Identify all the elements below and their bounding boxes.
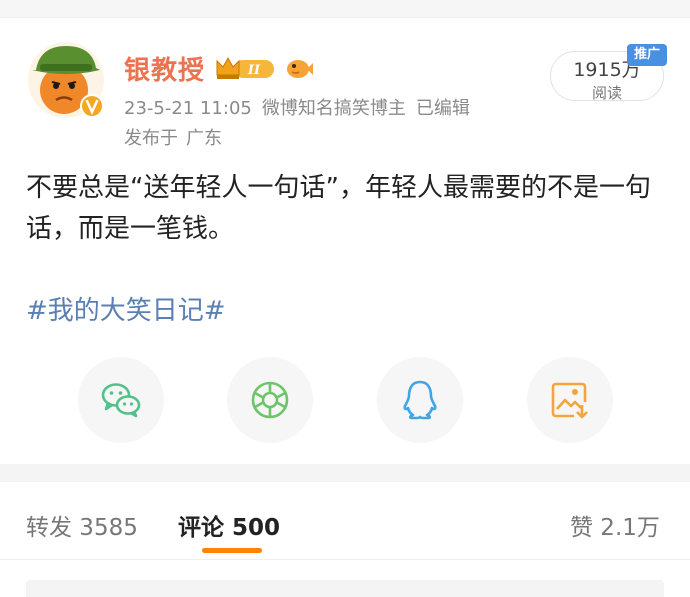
level-text: II bbox=[247, 63, 261, 78]
qq-icon bbox=[403, 380, 437, 420]
save-image-icon bbox=[551, 382, 588, 419]
post-text: 不要总是“送年轻人一句话”，年轻人最需要的不是一句话，而是一笔钱。 bbox=[26, 173, 651, 244]
interaction-tabs: 转发 3585 评论 500 赞 2.1万 bbox=[0, 482, 690, 560]
share-qq-button[interactable] bbox=[377, 357, 463, 443]
read-label: 阅读 bbox=[591, 84, 622, 102]
avatar[interactable] bbox=[26, 40, 106, 120]
promo-tag: 推广 bbox=[627, 44, 667, 66]
save-image-button[interactable] bbox=[527, 357, 613, 443]
post-meta: 23-5-21 11:05 微博知名搞笑博主 已编辑 bbox=[124, 94, 480, 120]
author-title: 微博知名搞笑博主 bbox=[261, 98, 406, 119]
crown-level-badge-icon[interactable]: II bbox=[214, 55, 276, 83]
verified-icon bbox=[80, 94, 104, 118]
top-strip bbox=[0, 0, 690, 18]
share-wechat-button[interactable] bbox=[78, 357, 164, 443]
moments-icon bbox=[251, 381, 289, 419]
post-location: 发布于 广东 bbox=[124, 124, 230, 150]
edited-label[interactable]: 已编辑 bbox=[416, 98, 470, 119]
fish-badge-icon[interactable] bbox=[284, 54, 314, 82]
post-time: 23-5-21 11:05 bbox=[124, 98, 252, 119]
user-name[interactable]: 银教授 bbox=[124, 50, 205, 87]
section-divider bbox=[0, 464, 690, 482]
comment-input-box[interactable] bbox=[26, 580, 664, 597]
location-value: 广东 bbox=[186, 128, 222, 149]
wechat-icon bbox=[101, 383, 141, 418]
share-moments-button[interactable] bbox=[227, 357, 313, 443]
active-tab-indicator bbox=[202, 548, 262, 553]
tab-comment[interactable]: 评论 500 bbox=[178, 508, 280, 542]
location-prefix: 发布于 bbox=[124, 128, 178, 149]
tab-like[interactable]: 赞 2.1万 bbox=[570, 508, 660, 542]
tab-repost[interactable]: 转发 3585 bbox=[26, 508, 138, 542]
hashtag-link[interactable]: #我的大笑日记# bbox=[26, 290, 226, 327]
